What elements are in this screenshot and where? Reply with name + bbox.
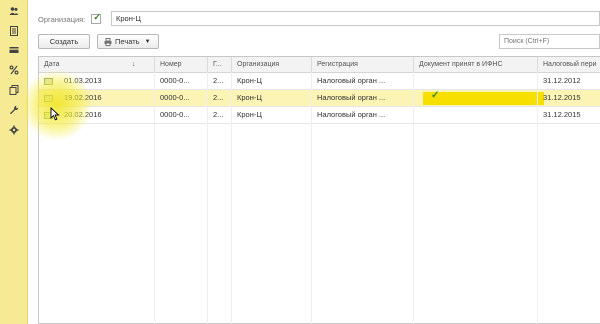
cell-organization: Крон-Ц (232, 73, 312, 89)
cell-registration: Налоговый орган ... (312, 107, 414, 123)
cell-accepted (414, 73, 538, 89)
check-icon: ✓ (93, 12, 101, 22)
main-content: Организация: ✓ Крон-Ц Создать Печать ▼ Д… (28, 0, 600, 324)
gear-icon[interactable] (6, 122, 22, 138)
cell-period: 31.12.2015 (543, 93, 581, 102)
organization-field[interactable]: Крон-Ц (111, 11, 600, 26)
checkmark-icon: ✓ (431, 90, 440, 101)
cell-number: 0000-0... (155, 107, 208, 123)
cell-period: 31.12.2015 (543, 110, 581, 119)
search-input[interactable] (499, 34, 600, 49)
documents-icon[interactable] (6, 82, 22, 98)
table-row[interactable]: 01.03.2013 0000-0... 2... Крон-Ц Налогов… (39, 73, 600, 90)
list-icon[interactable] (6, 23, 22, 39)
column-registration[interactable]: Регистрация (312, 57, 414, 73)
create-button[interactable]: Создать (38, 34, 90, 49)
section-sidebar (0, 0, 28, 324)
cursor-highlight (22, 70, 92, 140)
cell-number: 0000-0... (155, 73, 208, 89)
cell-number: 0000-0... (155, 90, 208, 106)
cell-g: 2... (208, 107, 232, 123)
column-accepted-ifns[interactable]: Документ принят в ИФНС (414, 57, 538, 73)
cell-period: 31.12.2012 (543, 76, 581, 85)
documents-table: Дата ↓ Номер Г... Организация Регистраци… (38, 56, 600, 324)
table-row-selected[interactable]: 19.02.2016 0000-0... 2... Крон-Ц Налогов… (39, 90, 600, 107)
organization-filter-checkbox[interactable]: ✓ (91, 12, 102, 24)
cell-registration: Налоговый орган ... (312, 90, 414, 106)
organization-filter: Организация: ✓ (38, 12, 102, 26)
card-icon[interactable] (6, 42, 22, 58)
column-number[interactable]: Номер (155, 57, 208, 73)
percent-icon[interactable] (6, 62, 22, 78)
column-divider (311, 72, 312, 324)
cell-registration: Налоговый орган ... (312, 73, 414, 89)
column-divider (154, 72, 155, 324)
printer-icon (104, 37, 112, 46)
cell-accepted-checked: ✓ (423, 90, 544, 105)
organization-label: Организация: (38, 14, 86, 24)
column-tax-period[interactable]: Налоговый пери (538, 57, 600, 73)
column-divider (537, 72, 538, 324)
chevron-down-icon: ▼ (144, 38, 151, 45)
column-divider (413, 72, 414, 324)
table-row[interactable]: 20.02.2016 0000-0... 2... Крон-Ц Налогов… (39, 107, 600, 124)
mouse-pointer-icon (50, 107, 60, 121)
print-button[interactable]: Печать ▼ (97, 34, 159, 49)
table-header: Дата ↓ Номер Г... Организация Регистраци… (39, 57, 600, 73)
users-icon[interactable] (6, 3, 22, 19)
column-divider (207, 72, 208, 324)
cell-organization: Крон-Ц (232, 107, 312, 123)
cell-accepted (414, 107, 538, 123)
wrench-icon[interactable] (6, 102, 22, 118)
cell-organization: Крон-Ц (232, 90, 312, 106)
column-g[interactable]: Г... (208, 57, 232, 73)
cell-g: 2... (208, 90, 232, 106)
column-organization[interactable]: Организация (232, 57, 312, 73)
print-button-label: Печать (115, 37, 140, 46)
column-divider (231, 72, 232, 324)
cell-g: 2... (208, 73, 232, 89)
sort-descending-icon[interactable]: ↓ (132, 57, 136, 72)
